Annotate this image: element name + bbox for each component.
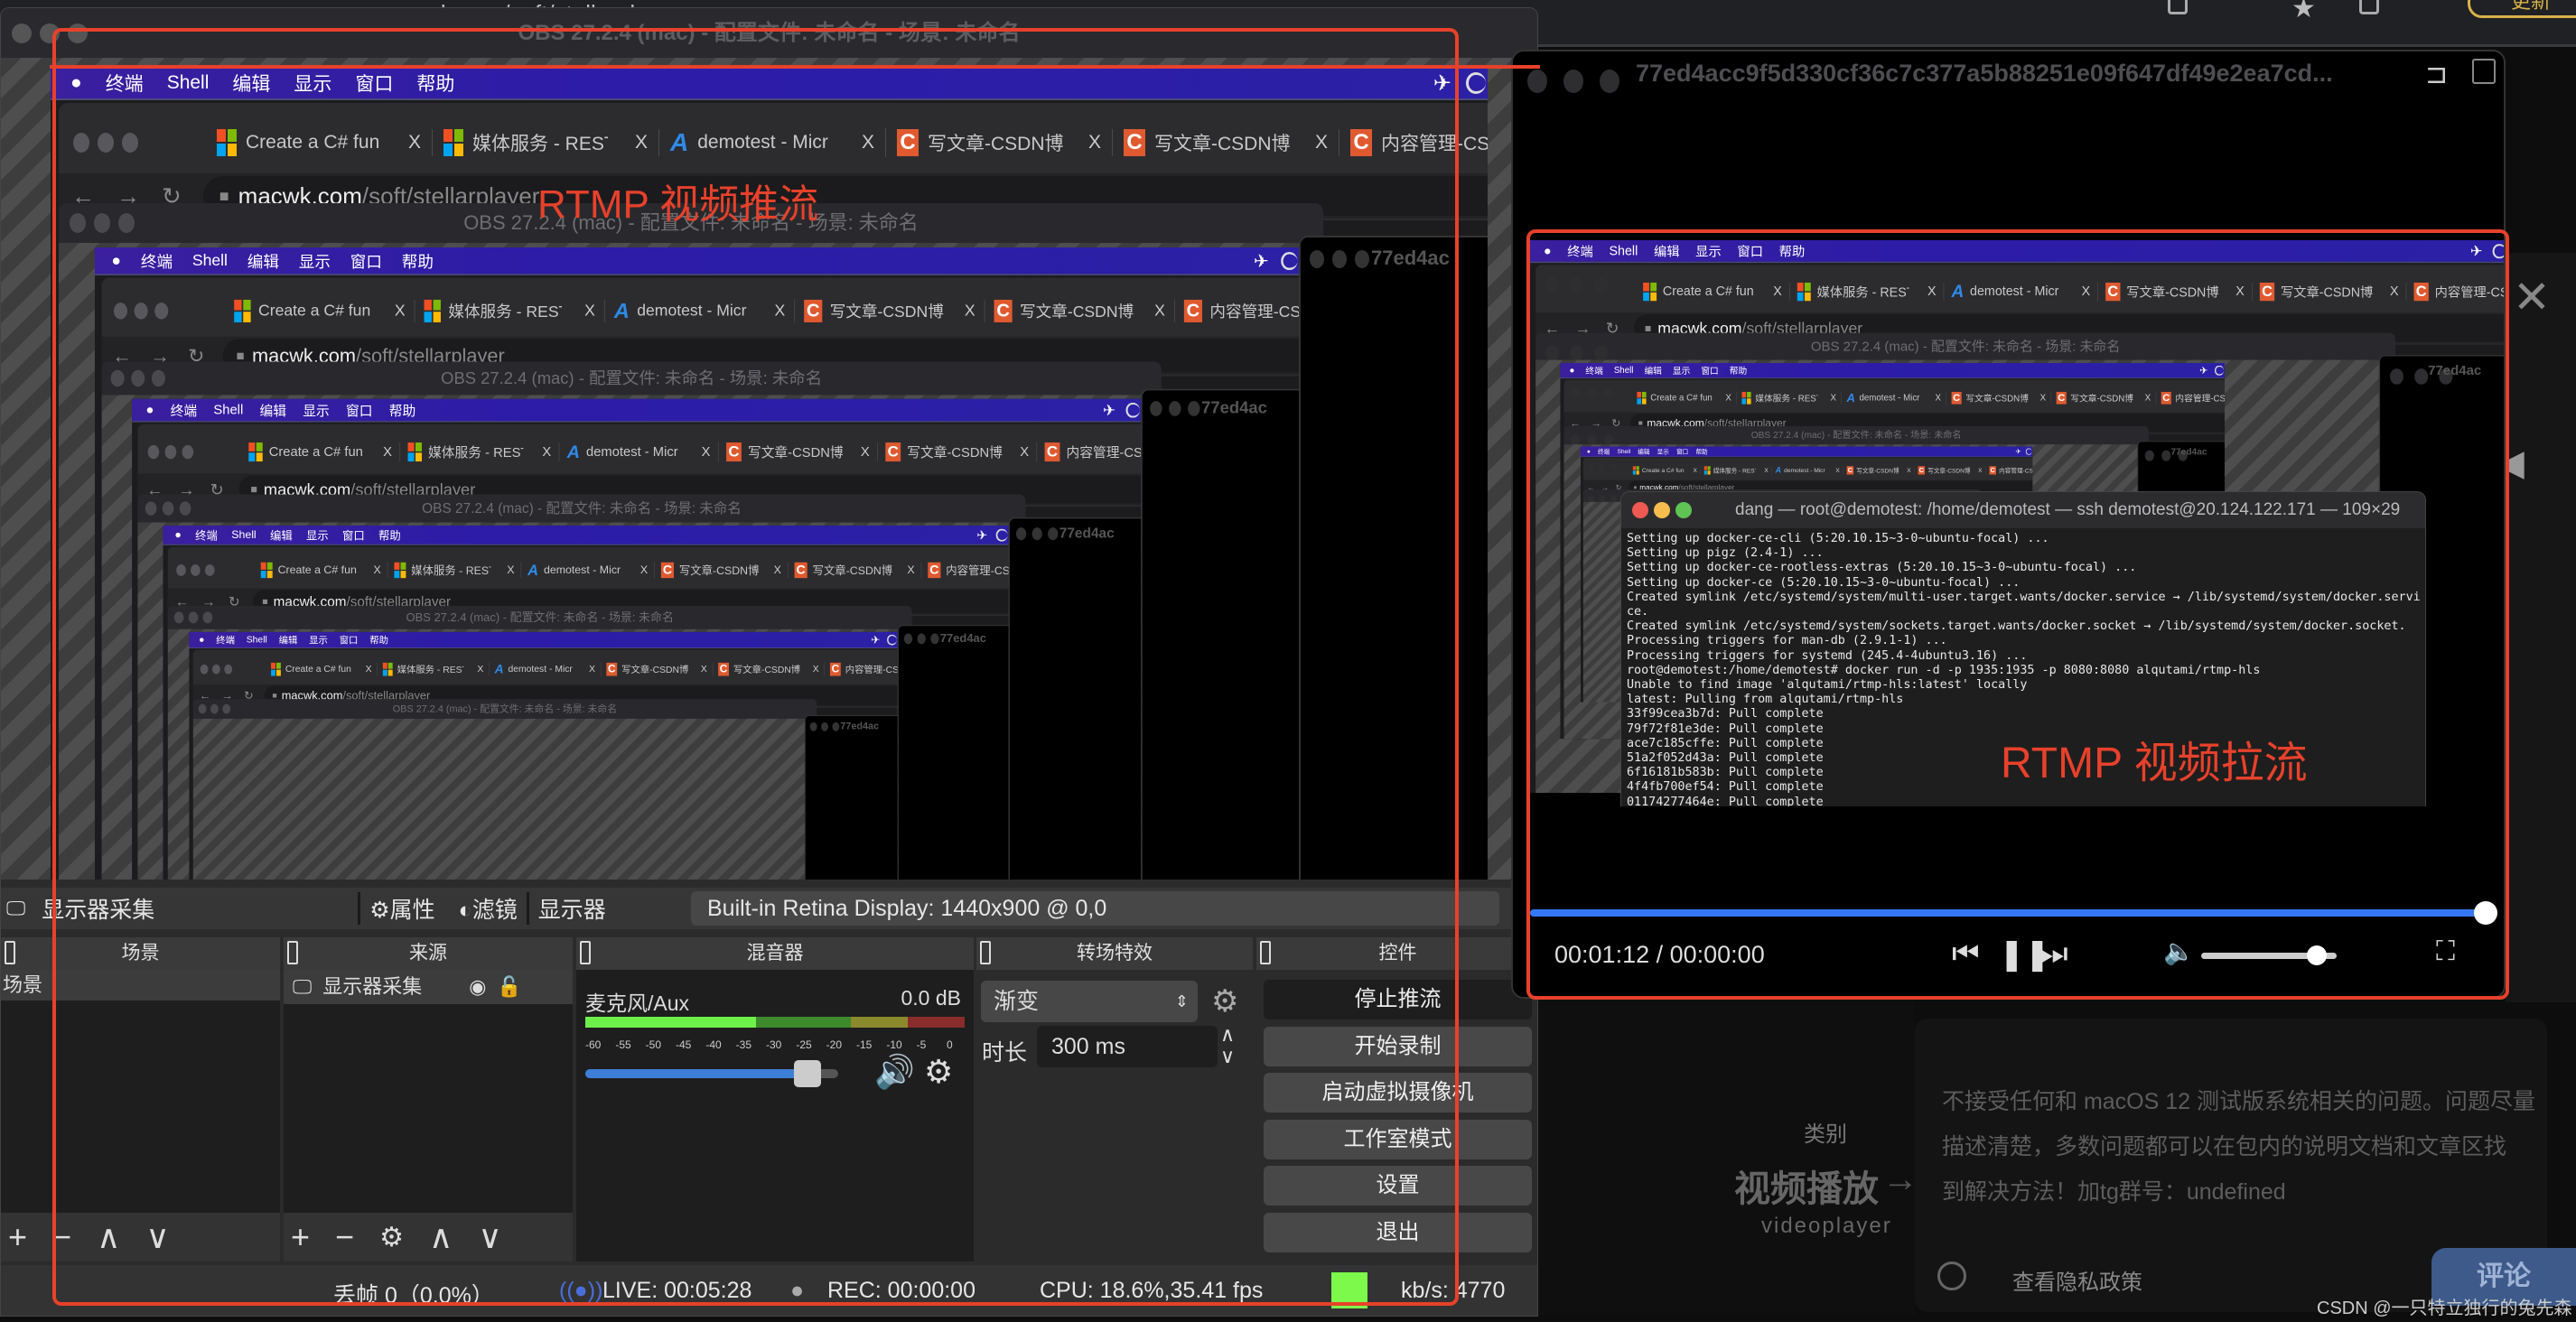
add-scene-button[interactable]: + xyxy=(8,1218,27,1256)
notice-line: 到解决方法！加tg群号：undefined xyxy=(1942,1179,2286,1205)
category-name[interactable]: 视频播放 xyxy=(1734,1159,1879,1212)
page-side-panel: ✕ ◀ xyxy=(2497,253,2576,1002)
category-slug: videoplayer xyxy=(1761,1214,1892,1238)
privacy-link[interactable]: 查看隐私政策 xyxy=(2012,1264,2142,1296)
status-icon[interactable] xyxy=(1466,72,1486,94)
arrow-right-icon: → xyxy=(1882,1159,1918,1199)
pip-icon[interactable]: ⊐ xyxy=(2425,59,2448,90)
category-panel: 类别 视频播放 → videoplayer xyxy=(1535,999,1918,1315)
smiley-icon[interactable] xyxy=(1937,1261,1966,1290)
notice-line: 不接受任何和 macOS 12 测试版系统相关的问题。问题尽量 xyxy=(1942,1089,2535,1114)
dock-float-icon[interactable] xyxy=(5,941,15,964)
category-label: 类别 xyxy=(1804,1122,1847,1147)
push-annotation-label: RTMP 视频推流 xyxy=(537,182,819,227)
pull-annotation-box xyxy=(1526,229,2509,1000)
monitor-icon: 🖵 xyxy=(6,897,26,919)
player-title: 77ed4acc9f5d330cf36c7c377a5b88251e09f647… xyxy=(1636,60,2333,87)
window-controls[interactable] xyxy=(1527,70,1619,93)
close-icon[interactable]: ✕ xyxy=(2513,271,2551,323)
notice-line: 描述清楚，多数问题都可以在包内的说明文档和文章区找 xyxy=(1942,1134,2507,1159)
pull-annotation-label: RTMP 视频拉流 xyxy=(2001,740,2308,787)
sidebar-icon[interactable] xyxy=(2359,0,2379,14)
share-icon[interactable] xyxy=(2168,0,2188,14)
watermark: CSDN @一只特立独行的兔先森 xyxy=(2317,1299,2572,1318)
update-button[interactable]: 更新 xyxy=(2468,0,2576,18)
star-icon[interactable]: ★ xyxy=(2291,0,2316,24)
annotation-line xyxy=(50,65,1540,69)
subtitle-icon[interactable] xyxy=(2472,59,2496,84)
